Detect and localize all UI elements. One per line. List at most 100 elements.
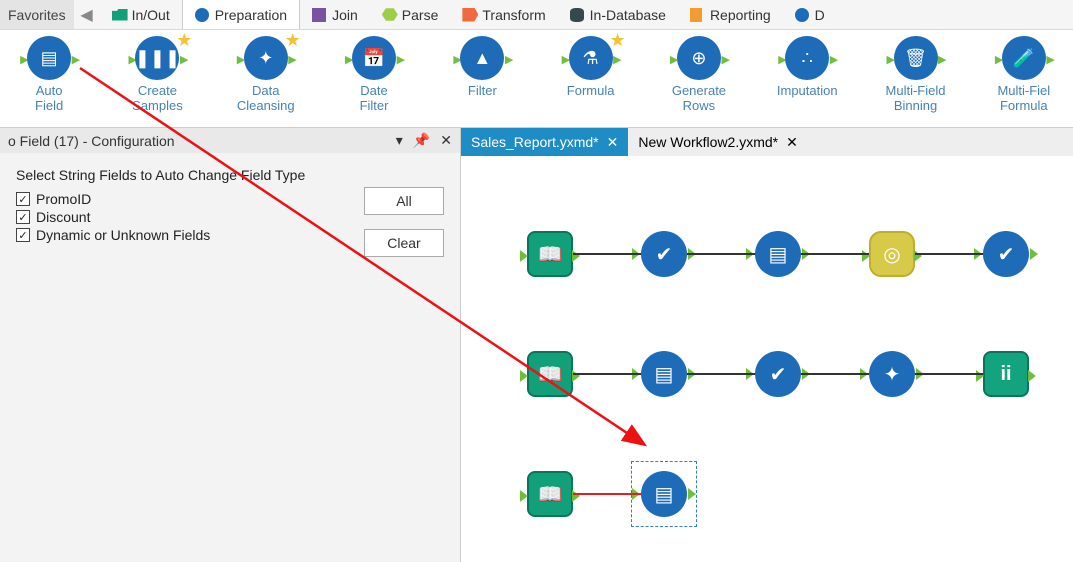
category-reporting[interactable]: Reporting bbox=[678, 0, 783, 29]
reporting-icon bbox=[690, 8, 704, 22]
tool-generate-rows[interactable]: ▶⊕▶GenerateRows bbox=[654, 36, 744, 127]
field-row-promoid[interactable]: ✓ PromoID bbox=[16, 191, 346, 207]
out-port-icon: ▶ bbox=[830, 53, 838, 66]
tool-label: Imputation bbox=[777, 84, 838, 99]
tab-close-icon[interactable]: ✕ bbox=[607, 134, 619, 151]
checkbox-icon[interactable]: ✓ bbox=[16, 192, 30, 206]
tool-data-cleansing[interactable]: ▶✦▶★DataCleansing bbox=[221, 36, 311, 127]
category-label: Parse bbox=[402, 7, 439, 23]
preparation-node[interactable]: ✔ bbox=[755, 351, 801, 397]
tool-imputation[interactable]: ▶∴▶Imputation bbox=[762, 36, 852, 127]
connector[interactable] bbox=[573, 253, 641, 255]
d-icon bbox=[795, 8, 809, 22]
category-in-out[interactable]: In/Out bbox=[100, 0, 182, 29]
connector[interactable] bbox=[573, 493, 641, 495]
dropdown-icon[interactable]: ▾ bbox=[396, 132, 403, 149]
category-label: Transform bbox=[482, 7, 545, 23]
input-data-node[interactable]: 📖 bbox=[527, 231, 573, 277]
in-port[interactable] bbox=[520, 370, 528, 382]
field-list: Select String Fields to Auto Change Fiel… bbox=[16, 167, 346, 548]
preparation-node[interactable]: ✔ bbox=[641, 231, 687, 277]
connector[interactable] bbox=[915, 373, 983, 375]
category-label: Preparation bbox=[215, 7, 287, 23]
workflow-tab[interactable]: New Workflow2.yxmd*✕ bbox=[628, 128, 808, 156]
tool-icon: ▲ bbox=[460, 36, 504, 80]
out-port-icon: ▶ bbox=[505, 53, 513, 66]
browse-node[interactable]: ii bbox=[983, 351, 1029, 397]
tool-formula[interactable]: ▶⚗▶★Formula bbox=[545, 36, 635, 127]
tool-icon: ▤ bbox=[27, 36, 71, 80]
tool-icon: ✦ bbox=[244, 36, 288, 80]
tool-auto-field[interactable]: ▶▤▶AutoField bbox=[4, 36, 94, 127]
connector[interactable] bbox=[687, 253, 755, 255]
tool-icon: ⊕ bbox=[677, 36, 721, 80]
out-port[interactable] bbox=[1028, 370, 1036, 382]
field-label: Discount bbox=[36, 209, 90, 225]
favorite-star-icon: ★ bbox=[176, 30, 192, 51]
out-port[interactable] bbox=[572, 490, 580, 502]
category-label: Reporting bbox=[710, 7, 771, 23]
out-port-icon: ▶ bbox=[288, 53, 296, 66]
tool-create-samples[interactable]: ▶❚❚❚▶★CreateSamples bbox=[112, 36, 202, 127]
connector[interactable] bbox=[687, 373, 755, 375]
connector[interactable] bbox=[573, 373, 641, 375]
preparation-icon bbox=[195, 8, 209, 22]
input-data-node[interactable]: 📖 bbox=[527, 351, 573, 397]
in-port[interactable] bbox=[520, 490, 528, 502]
category-join[interactable]: Join bbox=[300, 0, 370, 29]
connector[interactable] bbox=[801, 253, 869, 255]
out-port-icon: ▶ bbox=[1046, 53, 1054, 66]
category-parse[interactable]: Parse bbox=[370, 0, 451, 29]
tool-icon: 📅 bbox=[352, 36, 396, 80]
in-port[interactable] bbox=[976, 370, 984, 382]
tool-label: Multi-FielFormula bbox=[997, 84, 1050, 114]
tool-icon: ❚❚❚ bbox=[135, 36, 179, 80]
knob-node[interactable]: ◎ bbox=[869, 231, 915, 277]
preparation-node[interactable]: ✦ bbox=[869, 351, 915, 397]
favorites-tab[interactable]: Favorites bbox=[0, 0, 74, 29]
workflow-tab[interactable]: Sales_Report.yxmd*✕ bbox=[461, 128, 628, 156]
preparation-node[interactable]: ▤ bbox=[641, 351, 687, 397]
in-port[interactable] bbox=[520, 250, 528, 262]
tool-ribbon: ▶▤▶AutoField▶❚❚❚▶★CreateSamples▶✦▶★DataC… bbox=[0, 30, 1073, 128]
preparation-node[interactable]: ▤ bbox=[755, 231, 801, 277]
all-button[interactable]: All bbox=[364, 187, 444, 215]
config-title-text: o Field (17) - Configuration bbox=[8, 133, 175, 149]
tab-close-icon[interactable]: ✕ bbox=[786, 134, 798, 151]
connector[interactable] bbox=[915, 253, 983, 255]
checkbox-icon[interactable]: ✓ bbox=[16, 228, 30, 242]
in-database-icon bbox=[570, 8, 584, 22]
out-port[interactable] bbox=[914, 250, 922, 262]
category-label: In-Database bbox=[590, 7, 666, 23]
clear-button[interactable]: Clear bbox=[364, 229, 444, 257]
category-in-database[interactable]: In-Database bbox=[558, 0, 678, 29]
workflow-canvas[interactable]: 📖✔▤◎✔📖▤✔✦ii📖▤ bbox=[461, 156, 1073, 562]
tool-date-filter[interactable]: ▶📅▶DateFilter bbox=[329, 36, 419, 127]
category-transform[interactable]: Transform bbox=[450, 0, 557, 29]
parse-icon bbox=[382, 8, 396, 22]
field-row-dynamic-or-unknown-fields[interactable]: ✓Dynamic or Unknown Fields bbox=[16, 227, 346, 243]
out-port-icon: ▶ bbox=[613, 53, 621, 66]
tool-filter[interactable]: ▶▲▶Filter bbox=[437, 36, 527, 127]
field-row-discount[interactable]: ✓ Discount bbox=[16, 209, 346, 225]
connector[interactable] bbox=[801, 373, 869, 375]
checkbox-icon[interactable]: ✓ bbox=[16, 210, 30, 224]
out-port[interactable] bbox=[572, 370, 580, 382]
out-port[interactable] bbox=[1030, 248, 1038, 260]
out-port-icon: ▶ bbox=[938, 53, 946, 66]
pin-icon[interactable]: 📌 bbox=[413, 132, 430, 149]
out-port[interactable] bbox=[572, 250, 580, 262]
preparation-node[interactable]: ✔ bbox=[983, 231, 1029, 277]
scroll-left-icon[interactable]: ◀ bbox=[74, 0, 100, 29]
category-preparation[interactable]: Preparation bbox=[182, 0, 300, 29]
transform-icon bbox=[462, 8, 476, 22]
tool-icon: ⚗ bbox=[569, 36, 613, 80]
tool-multi-field-binning[interactable]: ▶🗑▶Multi-FieldBinning bbox=[870, 36, 960, 127]
in-port[interactable] bbox=[862, 250, 870, 262]
tool-multi-fiel-formula[interactable]: ▶🧪▶Multi-FielFormula bbox=[979, 36, 1069, 127]
category-d[interactable]: D bbox=[783, 0, 837, 29]
input-data-node[interactable]: 📖 bbox=[527, 471, 573, 517]
close-icon[interactable]: ✕ bbox=[440, 132, 452, 149]
field-label: PromoID bbox=[36, 191, 91, 207]
out-port-icon: ▶ bbox=[397, 53, 405, 66]
